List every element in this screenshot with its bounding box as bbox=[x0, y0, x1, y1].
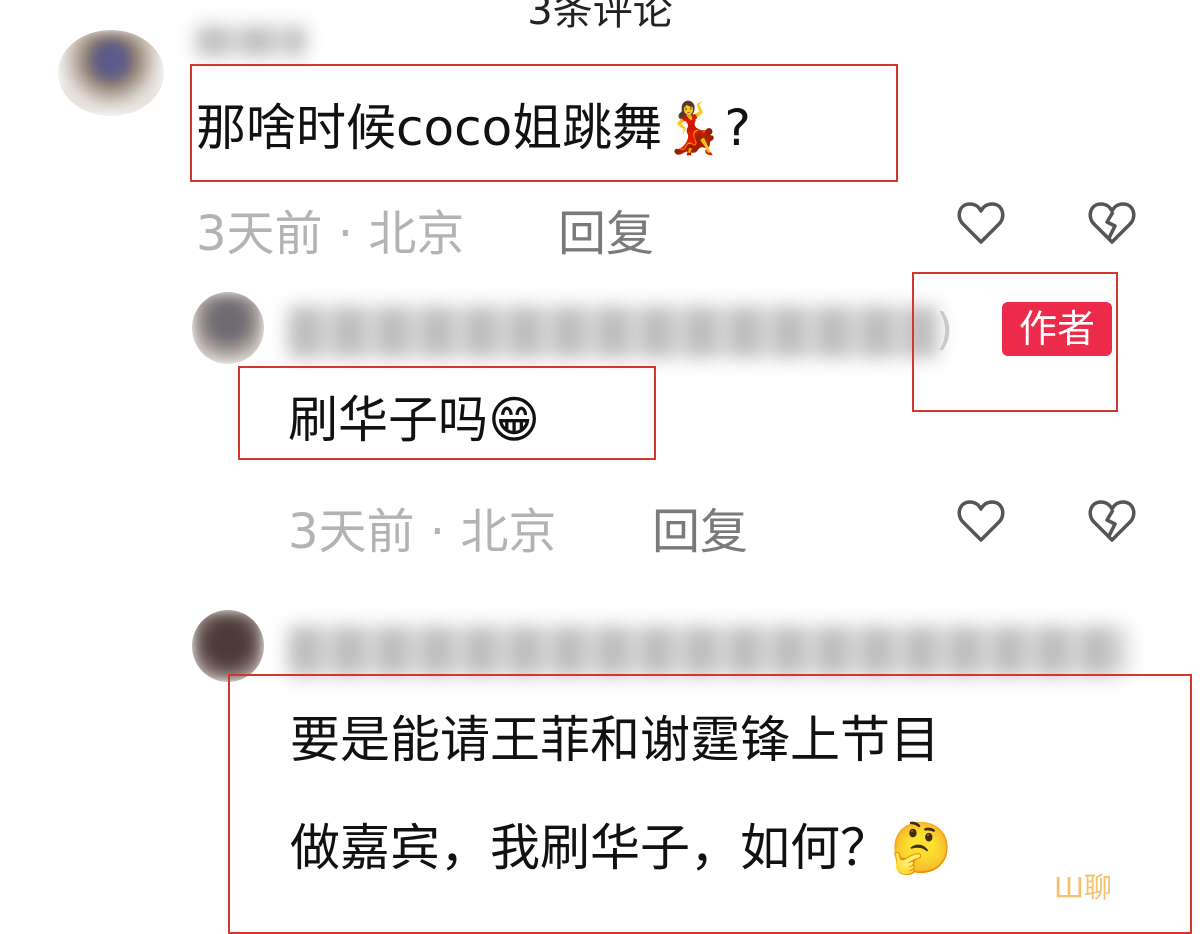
avatar[interactable] bbox=[58, 30, 164, 116]
heart-outline-icon[interactable] bbox=[955, 494, 1007, 546]
comment-text-line-1: 要是能请王菲和谢霆锋上节目 bbox=[290, 711, 940, 769]
avatar[interactable] bbox=[192, 610, 264, 682]
comment-text-line-2: 做嘉宾，我刷华子，如何？🤔 bbox=[290, 819, 953, 877]
broken-heart-icon[interactable] bbox=[1086, 196, 1138, 248]
comment-time-location: 3天前 · 北京 bbox=[196, 206, 465, 262]
comments-count-title: 3条评论 bbox=[527, 0, 673, 34]
username-blurred[interactable] bbox=[288, 306, 938, 358]
heart-outline-icon[interactable] bbox=[955, 196, 1007, 248]
comment-time-location: 3天前 · 北京 bbox=[288, 504, 557, 560]
username-blurred[interactable] bbox=[196, 26, 306, 56]
comment-text: 那啥时候coco姐跳舞💃? bbox=[196, 99, 751, 157]
username-blurred[interactable] bbox=[288, 626, 1128, 676]
comment-text: 刷华子吗😁 bbox=[288, 391, 541, 449]
reply-button[interactable]: 回复 bbox=[652, 492, 748, 562]
author-tag-badge: 作者 bbox=[1002, 302, 1112, 356]
avatar[interactable] bbox=[192, 292, 264, 364]
reply-button[interactable]: 回复 bbox=[558, 194, 654, 264]
broken-heart-icon[interactable] bbox=[1086, 494, 1138, 546]
watermark: Ш聊 bbox=[1054, 871, 1112, 904]
